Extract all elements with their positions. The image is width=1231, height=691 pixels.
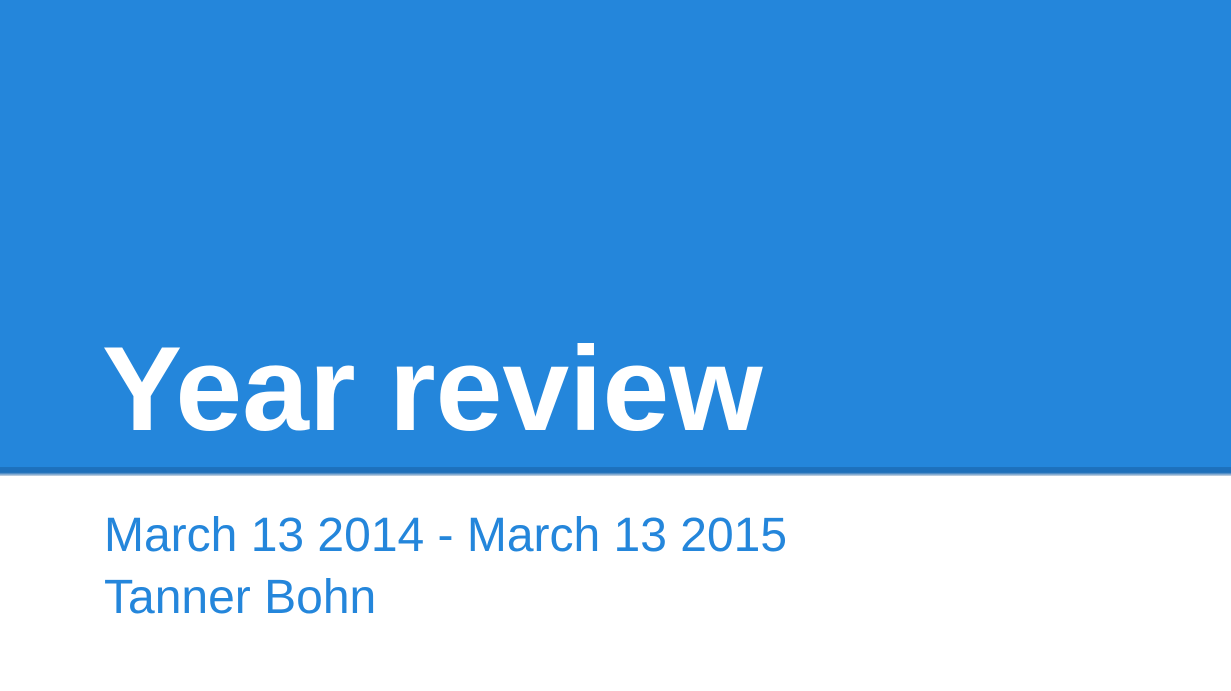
- slide-subtitle: March 13 2014 - March 13 2015 Tanner Boh…: [104, 505, 787, 629]
- title-slide: Year review March 13 2014 - March 13 201…: [0, 0, 1231, 691]
- title-banner: Year review: [0, 0, 1231, 467]
- date-range: March 13 2014 - March 13 2015: [104, 509, 788, 562]
- author-name: Tanner Bohn: [104, 571, 377, 624]
- slide-title: Year review: [102, 322, 763, 456]
- banner-divider: [0, 467, 1231, 476]
